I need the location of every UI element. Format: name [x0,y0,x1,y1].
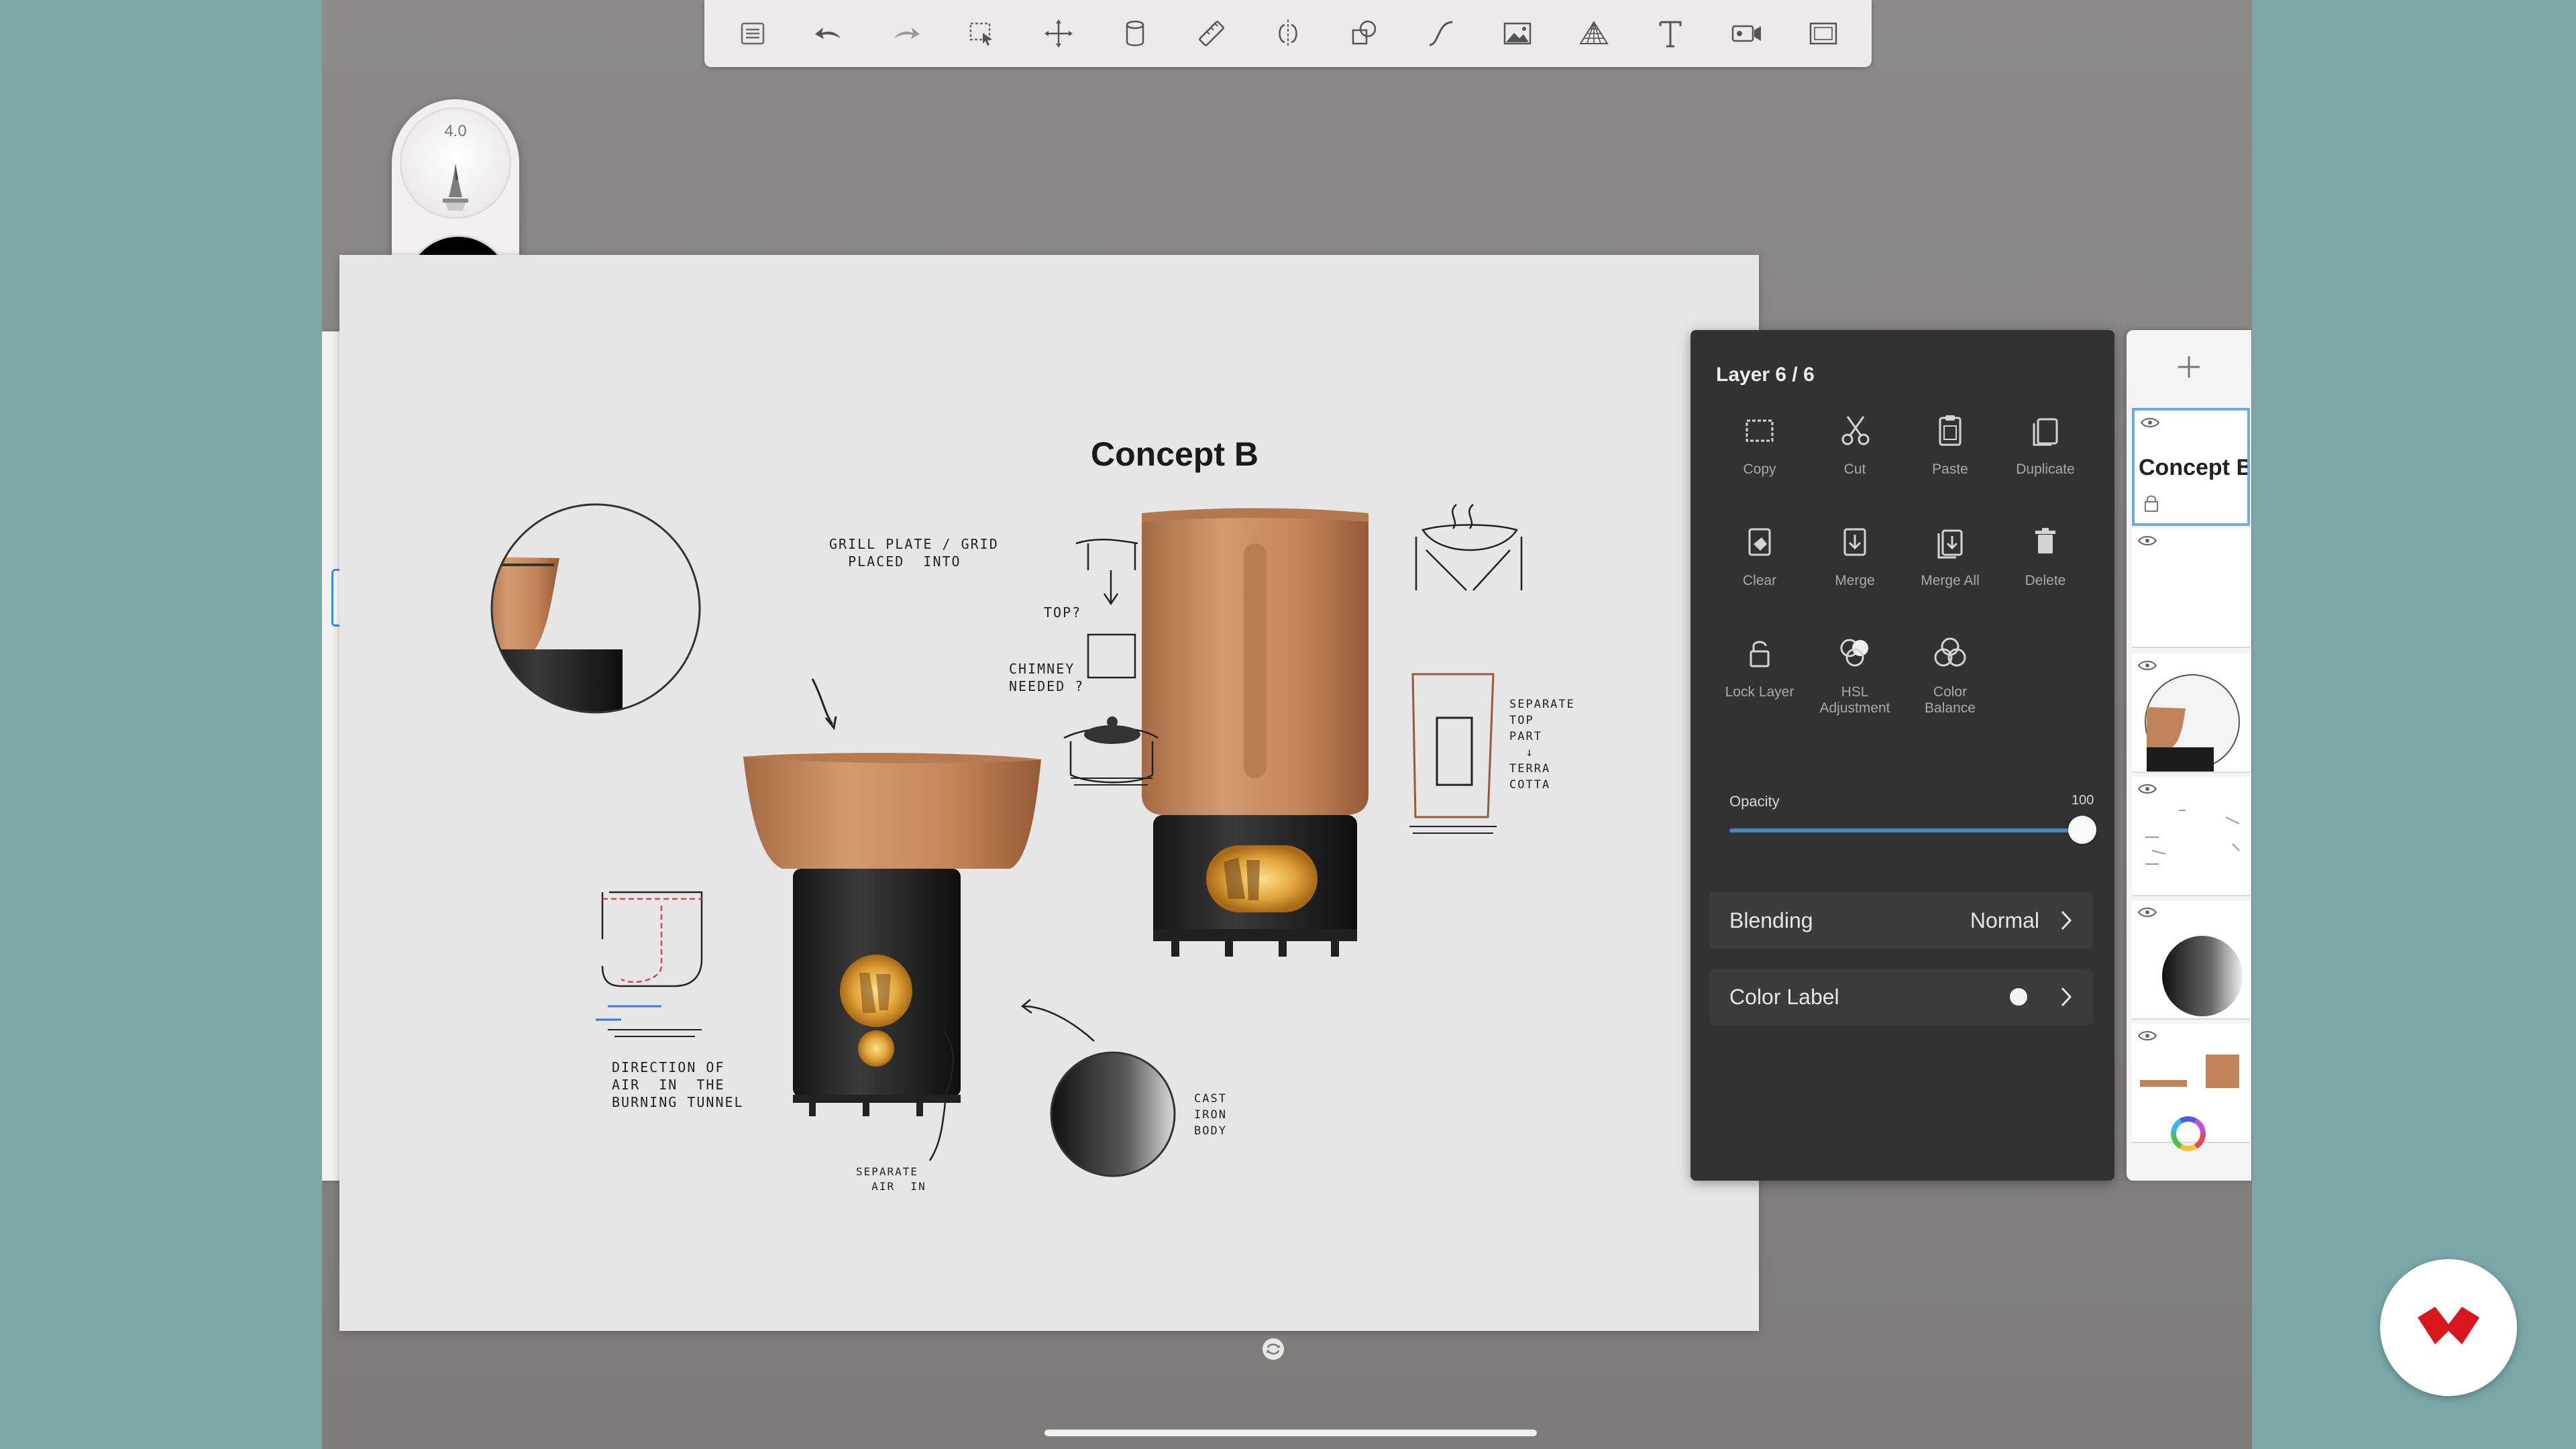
merge-icon [1833,521,1876,564]
copy-button[interactable]: Copy [1716,409,1803,478]
note-top: TOP? [1044,604,1082,621]
layer-name: Concept B [2139,455,2250,480]
chevron-right-icon [2061,987,2072,1007]
hsl-adjustment-button[interactable]: HSL Adjustment [1811,632,1898,716]
layer-thumb-5[interactable] [2132,900,2250,1020]
note-separate-air: SEPARATE AIR IN [856,1165,926,1193]
eye-icon[interactable] [2137,534,2157,547]
layer-thumb-image [2162,936,2243,1016]
text-icon[interactable] [1649,12,1692,55]
merge-button[interactable]: Merge [1811,521,1898,589]
note-separate-top: SEPARATE TOP PART ↓ TERRA COTTA [1509,698,1575,792]
eye-icon[interactable] [2137,1029,2157,1042]
duplicate-button[interactable]: Duplicate [2002,409,2089,478]
layer-thumb-2[interactable] [2132,529,2250,648]
top-toolbar [704,0,1872,67]
layer-thumb-image [2140,1055,2239,1088]
fullscreen-icon[interactable] [1802,12,1845,55]
note-cast-iron: CAST IRON BODY [1194,1092,1227,1138]
selection-icon[interactable] [961,12,1004,55]
home-indicator [1044,1430,1537,1436]
eye-icon[interactable] [2137,659,2157,672]
merge-all-icon [1929,521,1972,564]
duplicate-icon [2024,409,2067,452]
clear-icon [1738,521,1781,564]
perspective-icon[interactable] [1572,12,1615,55]
chevron-right-icon [2061,910,2072,930]
delete-button[interactable]: Delete [2002,521,2089,589]
curve-icon[interactable] [1419,12,1462,55]
video-icon[interactable] [1725,12,1768,55]
undo-icon[interactable] [808,12,851,55]
add-layer-button[interactable] [2127,330,2251,404]
fill-icon[interactable] [1114,12,1157,55]
opacity-slider-handle[interactable] [2068,816,2096,844]
paste-button[interactable]: Paste [1907,409,1994,478]
concept-sketches [490,503,1523,1177]
ruler-icon[interactable] [1190,12,1233,55]
eye-icon[interactable] [2137,782,2157,796]
color-label-label: Color Label [1729,984,1839,1009]
color-label-swatch [2010,988,2027,1006]
layer-thumb-image [2145,810,2240,865]
drawing-canvas[interactable]: Concept B GRILL PLATE / GRID PLACED INTO… [339,255,1759,1331]
note-grill: GRILL PLATE / GRID PLACED INTO [829,536,999,570]
scissors-icon [1833,409,1876,452]
layer-lock-icon [2145,495,2158,512]
eye-icon[interactable] [2137,906,2157,919]
lock-layer-button[interactable]: Lock Layer [1716,632,1803,700]
opacity-value: 100 [2072,793,2094,808]
blending-row[interactable]: Blending Normal [1709,892,2093,949]
color-balance-icon [1929,632,1972,675]
layer-thumb-3[interactable] [2132,653,2250,773]
color-balance-button[interactable]: Color Balance [1907,632,1994,716]
layer-thumb-4[interactable] [2132,777,2250,896]
sync-icon[interactable] [1260,1336,1286,1362]
brush-size-control[interactable]: 4.0 [400,107,511,219]
layer-panel-title: Layer 6 / 6 [1716,364,1815,386]
redo-icon[interactable] [884,12,927,55]
blending-label: Blending [1729,908,1813,932]
opacity-slider[interactable] [1729,828,2072,833]
paste-icon [1929,409,1972,452]
copy-icon [1738,409,1781,452]
canvas-title: Concept B [1091,435,1258,473]
layer-thumb-image [2145,674,2240,771]
transform-icon[interactable] [1037,12,1080,55]
layers-strip: Concept B [2127,330,2251,1181]
brush-size-value: 4.0 [444,122,467,140]
plus-icon [2178,356,2200,378]
hsl-icon [1833,632,1876,675]
opacity-label: Opacity [1729,793,1780,810]
merge-all-button[interactable]: Merge All [1907,521,1994,589]
trash-icon [2024,521,2067,564]
list-icon[interactable] [731,12,774,55]
lock-icon [1738,632,1781,675]
note-direction: DIRECTION OF AIR IN THE BURNING TUNNEL [612,1059,744,1110]
color-wheel-icon[interactable] [2167,1112,2210,1155]
color-label-row[interactable]: Color Label [1709,969,2093,1025]
blending-value: Normal [1970,908,2039,932]
shapes-icon[interactable] [1343,12,1386,55]
brand-logo-icon [2418,1307,2479,1344]
eye-icon[interactable] [2140,416,2160,429]
symmetry-icon[interactable] [1267,12,1309,55]
note-chimney: CHIMNEY NEEDED ? [1009,661,1085,694]
cut-button[interactable]: Cut [1811,409,1898,478]
layer-panel: Layer 6 / 6 Copy Cut Paste Duplicate Cle… [1690,330,2114,1181]
ipad-screen: 4.0 Concept B GRILL PLATE / GRID PLACED … [322,0,2252,1449]
layer-thumb-concept-b[interactable]: Concept B [2132,408,2250,526]
image-icon[interactable] [1496,12,1539,55]
brand-logo [2380,1259,2517,1396]
brush-tip-icon [443,164,468,211]
clear-button[interactable]: Clear [1716,521,1803,589]
